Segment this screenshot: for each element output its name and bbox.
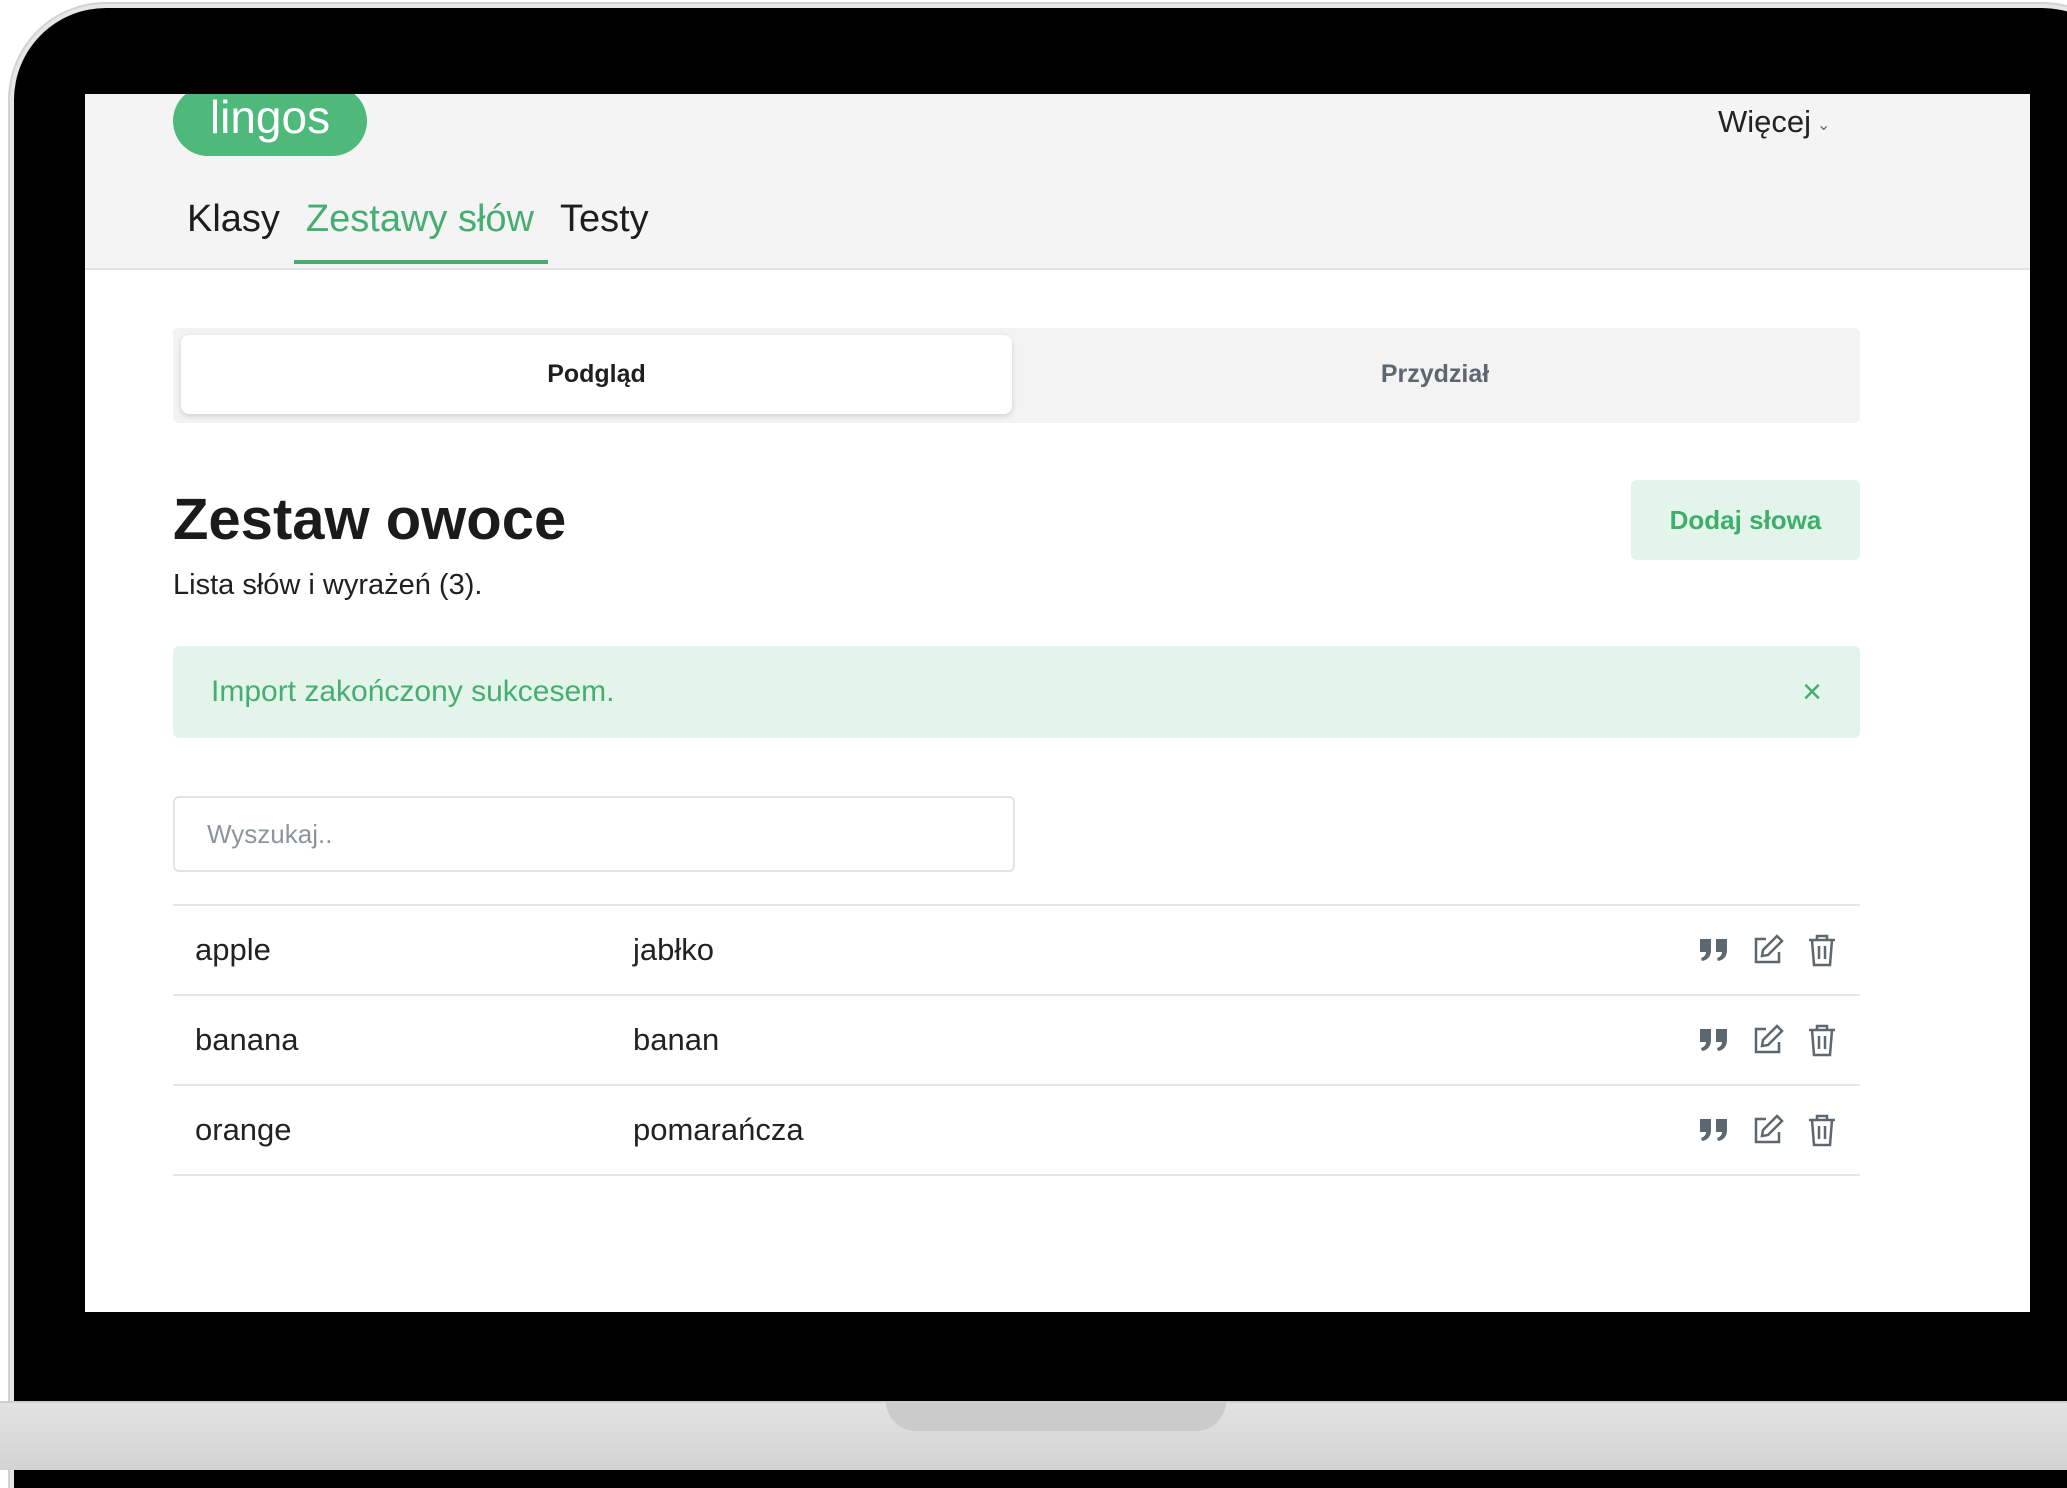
success-alert: Import zakończony sukcesem. ×: [173, 646, 1860, 738]
word-source: apple: [195, 932, 271, 967]
add-words-button[interactable]: Dodaj słowa: [1631, 480, 1860, 560]
more-menu-label: Więcej: [1718, 104, 1812, 139]
logo[interactable]: lingos: [173, 94, 367, 156]
row-actions: [1696, 906, 1840, 994]
edit-icon[interactable]: [1750, 1022, 1786, 1058]
laptop-notch: [886, 1401, 1226, 1431]
tab-tests[interactable]: Testy: [560, 198, 649, 264]
word-row: apple jabłko: [173, 904, 1860, 994]
word-translation: jabłko: [633, 932, 714, 967]
search-input[interactable]: [173, 796, 1015, 872]
word-row: orange pomarańcza: [173, 1084, 1860, 1176]
word-translation: pomarańcza: [633, 1112, 804, 1147]
word-source: banana: [195, 1022, 299, 1057]
tab-assignment[interactable]: Przydział: [1016, 335, 1854, 414]
row-actions: [1696, 996, 1840, 1084]
trash-icon[interactable]: [1804, 1022, 1840, 1058]
tab-word-sets[interactable]: Zestawy słów: [293, 198, 549, 264]
quote-icon[interactable]: [1696, 1022, 1732, 1058]
more-menu[interactable]: Więcej ⌄: [1718, 104, 1830, 140]
row-actions: [1696, 1086, 1840, 1174]
app-header: lingos Więcej ⌄ Klasy Zestawy słów Testy: [85, 94, 2030, 270]
close-icon[interactable]: ×: [1802, 646, 1822, 738]
trash-icon[interactable]: [1804, 932, 1840, 968]
word-source: orange: [195, 1112, 292, 1147]
trash-icon[interactable]: [1804, 1112, 1840, 1148]
chevron-down-icon: ⌄: [1817, 117, 1831, 134]
page-subtitle: Lista słów i wyrażeń (3).: [173, 569, 483, 601]
view-switcher: Podgląd Przydział: [173, 328, 1860, 423]
edit-icon[interactable]: [1750, 932, 1786, 968]
page-title: Zestaw owoce: [173, 487, 567, 552]
word-translation: banan: [633, 1022, 720, 1057]
quote-icon[interactable]: [1696, 1112, 1732, 1148]
word-row: banana banan: [173, 994, 1860, 1084]
main-nav: Klasy Zestawy słów Testy: [187, 198, 649, 264]
word-list: apple jabłko banana banan orange pomarań…: [173, 904, 1860, 1176]
tab-preview[interactable]: Podgląd: [181, 335, 1012, 414]
alert-text: Import zakończony sukcesem.: [211, 675, 615, 708]
app-screen: lingos Więcej ⌄ Klasy Zestawy słów Testy…: [85, 94, 2030, 1312]
edit-icon[interactable]: [1750, 1112, 1786, 1148]
quote-icon[interactable]: [1696, 932, 1732, 968]
tab-classes[interactable]: Klasy: [187, 198, 280, 264]
